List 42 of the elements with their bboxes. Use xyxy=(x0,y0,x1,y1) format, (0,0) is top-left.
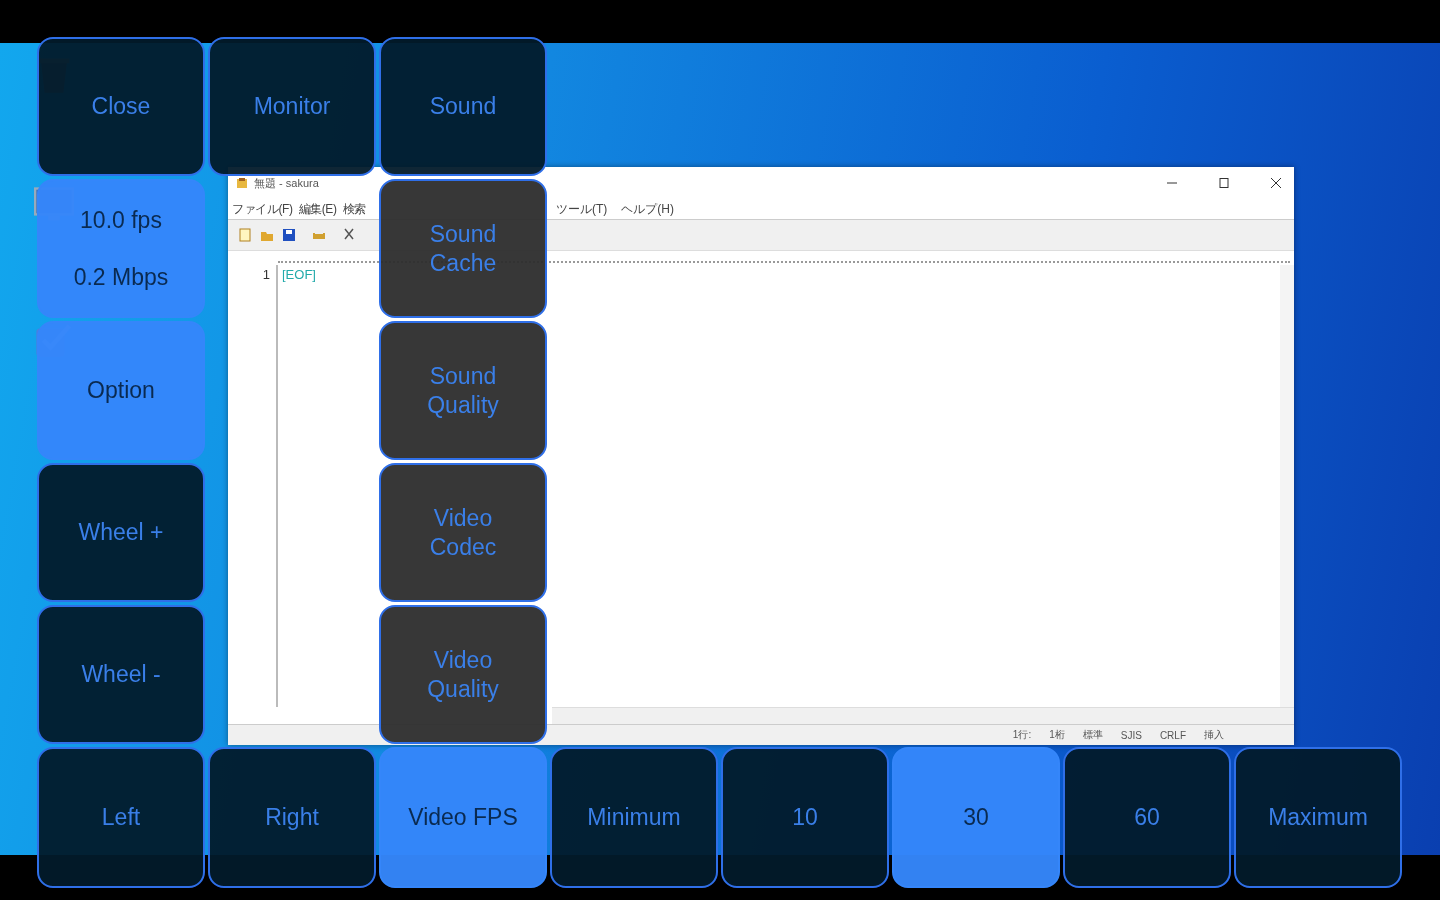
overlay-button[interactable]: 30 xyxy=(892,747,1060,888)
status-item: CRLF xyxy=(1159,729,1186,741)
overlay-button[interactable]: Right xyxy=(208,747,376,888)
line-number: 1 xyxy=(262,267,270,282)
menu-item[interactable]: ツール(T) xyxy=(556,200,608,218)
overlay-button[interactable]: 10 xyxy=(721,747,889,888)
floppy-icon[interactable] xyxy=(282,228,296,242)
overlay-button[interactable]: Close xyxy=(37,37,205,176)
fps-reading: 10.0 fps xyxy=(80,205,162,235)
overlay-button[interactable]: Wheel + xyxy=(37,463,205,602)
scissors-icon[interactable] xyxy=(342,228,356,242)
notepad-icon xyxy=(236,177,248,189)
status-item: 1桁 xyxy=(1049,728,1065,742)
vertical-scrollbar[interactable] xyxy=(1280,265,1294,707)
overlay-button[interactable]: Option xyxy=(37,321,205,460)
overlay-button[interactable]: Monitor xyxy=(208,37,376,176)
overlay-button[interactable]: Wheel - xyxy=(37,605,205,744)
menu-item[interactable]: ヘルプ(H) xyxy=(621,200,674,218)
menu-item[interactable]: 検索 xyxy=(342,200,366,218)
horizontal-scrollbar[interactable] xyxy=(552,707,1294,724)
overlay-button[interactable]: Video Codec xyxy=(379,463,547,602)
status-item: SJIS xyxy=(1120,729,1142,741)
status-item: 標準 xyxy=(1082,728,1103,742)
overlay-button[interactable]: Video Quality xyxy=(379,605,547,744)
overlay-button[interactable]: Minimum xyxy=(550,747,718,888)
close-icon[interactable] xyxy=(1270,177,1282,189)
maximize-icon[interactable] xyxy=(1218,177,1230,189)
overlay-button[interactable]: Left xyxy=(37,747,205,888)
overlay-button[interactable]: Sound xyxy=(379,37,547,176)
bitrate-reading: 0.2 Mbps xyxy=(73,262,169,292)
eof-marker: [EOF] xyxy=(282,267,316,282)
overlay-button[interactable]: Sound Quality xyxy=(379,321,547,460)
overlay-button[interactable]: Video FPS xyxy=(379,747,547,888)
menu-item[interactable]: ファイル(F) xyxy=(232,200,293,218)
status-item: 挿入 xyxy=(1204,728,1224,742)
window-title: 無題 - sakura xyxy=(254,175,319,191)
overlay-button[interactable]: Maximum xyxy=(1234,747,1402,888)
overlay-button[interactable]: 60 xyxy=(1063,747,1231,888)
menu-item[interactable]: 編集(E) xyxy=(298,200,337,218)
new-file-icon[interactable] xyxy=(238,228,252,242)
overlay-button[interactable]: Sound Cache xyxy=(379,179,547,318)
status-item: 1行: xyxy=(1012,728,1032,742)
